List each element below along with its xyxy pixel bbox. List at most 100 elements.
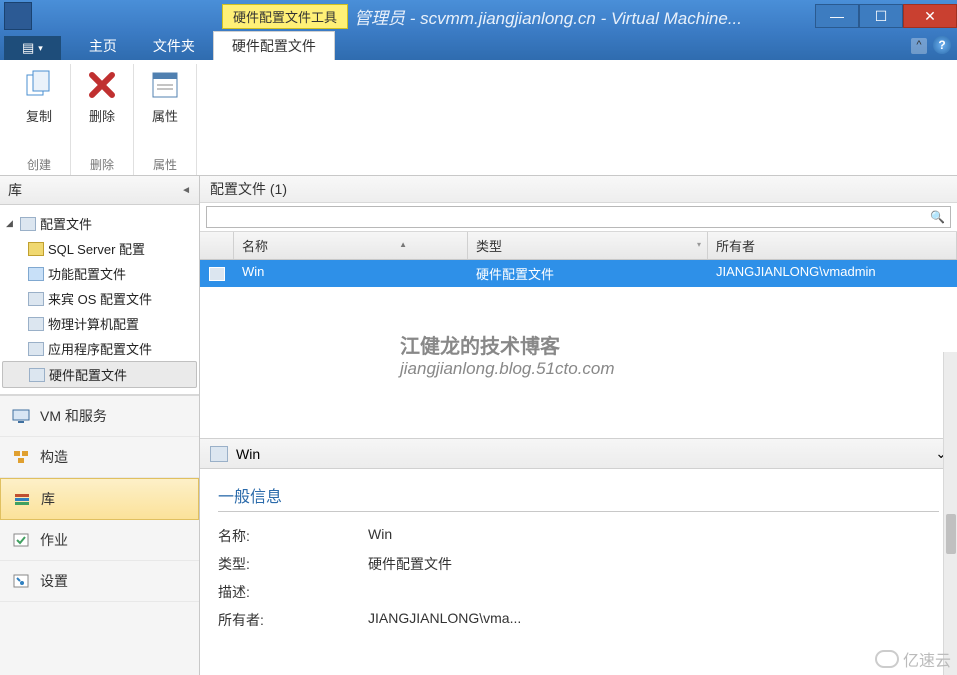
- cloud-icon: [28, 267, 44, 281]
- tree-item-physical[interactable]: 物理计算机配置: [2, 311, 197, 336]
- ribbon: 复制 创建 删除 删除 属性 属性: [0, 60, 957, 176]
- detail-row-desc: 描述:: [218, 578, 939, 606]
- nav-label: VM 和服务: [40, 406, 107, 426]
- ribbon-group-create: 复制 创建: [8, 64, 71, 175]
- tree-item-label: 应用程序配置文件: [48, 339, 152, 358]
- tree-item-application[interactable]: 应用程序配置文件: [2, 336, 197, 361]
- detail-row-name: 名称: Win: [218, 522, 939, 550]
- grid-col-name[interactable]: 名称▲: [234, 232, 468, 259]
- nav-label: 作业: [40, 530, 68, 550]
- sidebar-collapse-icon[interactable]: ◄: [181, 185, 191, 196]
- tree-item-label: 物理计算机配置: [48, 314, 139, 333]
- nav-settings[interactable]: 设置: [0, 561, 199, 602]
- detail-header[interactable]: Win ⌄: [200, 438, 957, 469]
- detail-body: 一般信息 名称: Win 类型: 硬件配置文件 描述: 所有者: JIANGJI…: [200, 469, 957, 675]
- fabric-icon: [12, 449, 30, 465]
- detail-title: Win: [236, 446, 260, 462]
- brand-icon: [875, 650, 899, 668]
- properties-label: 属性: [152, 106, 178, 125]
- ribbon-group-delete-label: 删除: [90, 152, 114, 175]
- sidebar-header: 库 ◄: [0, 176, 199, 205]
- ribbon-group-properties: 属性 属性: [134, 64, 197, 175]
- detail-label: 名称:: [218, 526, 368, 546]
- grid-col-type[interactable]: 类型 ▾: [468, 232, 708, 259]
- table-row[interactable]: Win 硬件配置文件 JIANGJIANLONG\vmadmin: [200, 260, 957, 287]
- ribbon-tab-home[interactable]: 主页: [71, 32, 135, 60]
- search-icon[interactable]: 🔍: [930, 210, 945, 224]
- row-icon-cell: [200, 260, 234, 287]
- delete-label: 删除: [89, 106, 115, 125]
- row-type: 硬件配置文件: [468, 260, 708, 287]
- nav-fabric[interactable]: 构造: [0, 437, 199, 478]
- ribbon-collapse-button[interactable]: ^: [911, 38, 927, 54]
- help-icon[interactable]: ?: [933, 36, 951, 54]
- window-title: 管理员 - scvmm.jiangjianlong.cn - Virtual M…: [354, 4, 742, 29]
- tree-item-guest-os[interactable]: 来宾 OS 配置文件: [2, 286, 197, 311]
- maximize-button[interactable]: ☐: [859, 4, 903, 28]
- properties-button[interactable]: 属性: [142, 64, 188, 152]
- ribbon-tab-folder[interactable]: 文件夹: [135, 32, 213, 60]
- sql-icon: [28, 242, 44, 256]
- tree-toggle-icon[interactable]: ◢: [6, 218, 16, 229]
- watermark-line2: jiangjianlong.blog.51cto.com: [400, 359, 615, 379]
- detail-value: Win: [368, 526, 392, 546]
- col-label: 类型: [476, 239, 502, 254]
- tree-root-profiles[interactable]: ◢ 配置文件: [2, 211, 197, 236]
- tree-item-label: SQL Server 配置: [48, 239, 145, 258]
- scrollbar[interactable]: [943, 352, 957, 675]
- filter-icon[interactable]: ▾: [697, 240, 701, 249]
- tree-root-label: 配置文件: [40, 214, 92, 233]
- nav-label: 设置: [40, 571, 68, 591]
- grid-col-owner[interactable]: 所有者: [708, 232, 957, 259]
- titlebar: 硬件配置文件工具 管理员 - scvmm.jiangjianlong.cn - …: [0, 0, 957, 32]
- nav-library[interactable]: 库: [0, 478, 199, 520]
- brand-text: 亿速云: [903, 647, 951, 671]
- file-menu[interactable]: ▤: [4, 36, 61, 60]
- search-row: 🔍: [200, 203, 957, 232]
- window-controls: — ☐ ✕: [815, 4, 957, 28]
- delete-icon: [85, 68, 119, 102]
- close-button[interactable]: ✕: [903, 4, 957, 28]
- detail-value: 硬件配置文件: [368, 554, 452, 574]
- copy-button[interactable]: 复制: [16, 64, 62, 152]
- grid-body: Win 硬件配置文件 JIANGJIANLONG\vmadmin 江健龙的技术博…: [200, 260, 957, 438]
- profile-icon: [28, 317, 44, 331]
- col-label: 名称: [242, 239, 268, 254]
- tree-item-capability[interactable]: 功能配置文件: [2, 261, 197, 286]
- ribbon-group-properties-label: 属性: [153, 152, 177, 175]
- ribbon-group-create-label: 创建: [27, 152, 51, 175]
- grid-col-icon[interactable]: [200, 232, 234, 259]
- delete-button[interactable]: 删除: [79, 64, 125, 152]
- brand-watermark: 亿速云: [875, 647, 951, 671]
- watermark-line1: 江健龙的技术博客: [400, 330, 615, 359]
- content-header: 配置文件 (1): [200, 176, 957, 203]
- col-label: 所有者: [716, 239, 755, 254]
- profile-icon: [209, 267, 225, 281]
- detail-row-type: 类型: 硬件配置文件: [218, 550, 939, 578]
- detail-section-title: 一般信息: [218, 483, 939, 512]
- folder-icon: [20, 217, 36, 231]
- detail-row-owner: 所有者: JIANGJIANLONG\vma...: [218, 606, 939, 634]
- nav-label: 构造: [40, 447, 68, 467]
- search-input[interactable]: [206, 206, 951, 228]
- minimize-button[interactable]: —: [815, 4, 859, 28]
- sidebar-tree: ◢ 配置文件 SQL Server 配置 功能配置文件 来宾 OS 配置文件 物…: [0, 205, 199, 395]
- main-area: 库 ◄ ◢ 配置文件 SQL Server 配置 功能配置文件 来宾 OS 配置…: [0, 176, 957, 675]
- app-icon: [4, 2, 32, 30]
- profile-icon: [29, 368, 45, 382]
- vm-icon: [12, 408, 30, 424]
- ribbon-tab-hardware-profile[interactable]: 硬件配置文件: [213, 31, 335, 60]
- tree-item-sqlserver[interactable]: SQL Server 配置: [2, 236, 197, 261]
- jobs-icon: [12, 532, 30, 548]
- nav-label: 库: [41, 489, 55, 509]
- nav-vm-services[interactable]: VM 和服务: [0, 396, 199, 437]
- detail-label: 所有者:: [218, 610, 368, 630]
- row-owner: JIANGJIANLONG\vmadmin: [708, 260, 957, 287]
- copy-label: 复制: [26, 106, 52, 125]
- tree-item-hardware[interactable]: 硬件配置文件: [2, 361, 197, 388]
- profile-icon: [28, 342, 44, 356]
- nav-jobs[interactable]: 作业: [0, 520, 199, 561]
- detail-label: 描述:: [218, 582, 368, 602]
- ribbon-tabs: ▤ 主页 文件夹 硬件配置文件 ^ ?: [0, 32, 957, 60]
- file-menu-icon: ▤: [22, 40, 34, 56]
